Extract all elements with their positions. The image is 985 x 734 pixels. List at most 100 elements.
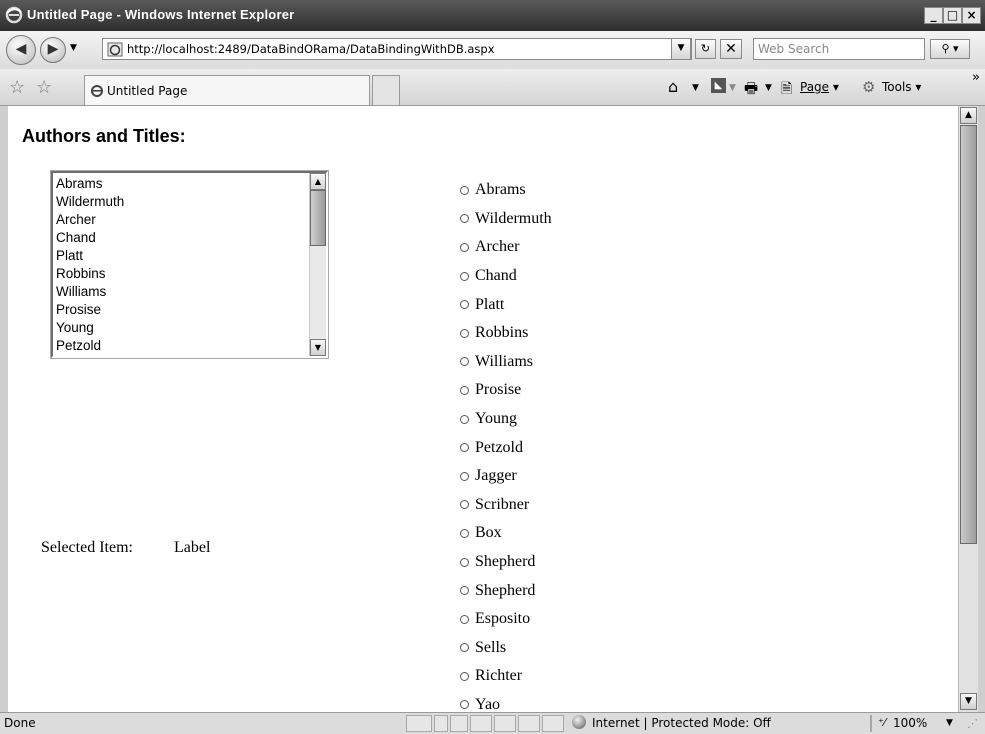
address-toolbar: ◀ ▶ ▼ http://localhost:2489/DataBindORam… [0,31,985,69]
tab-toolbar: ☆ ☆ Untitled Page ⌂ ▼ ◣ ▼ 🖶 ▼ 🗎 Page ▾ ⚙… [0,69,985,106]
radio-button[interactable] [460,443,469,453]
address-dropdown[interactable]: ▼ [671,38,691,60]
radio-button[interactable] [460,271,469,281]
page-menu-label: Page [800,80,830,94]
list-item[interactable]: Archer [56,211,124,229]
stop-button[interactable]: ✕ [720,39,742,59]
zoom-level[interactable]: 100% [893,716,927,730]
radio-button[interactable] [460,185,469,195]
list-item[interactable]: Young [56,319,124,337]
listbox-scroll-thumb[interactable] [310,190,326,246]
maximize-button[interactable]: □ [943,7,962,24]
radio-button[interactable] [460,586,469,596]
radio-button[interactable] [460,528,469,538]
list-item[interactable]: Wildermuth [56,193,124,211]
close-button[interactable]: × [962,7,981,24]
tab-untitled-page[interactable]: Untitled Page [84,75,370,105]
authors-listbox[interactable]: Abrams Wildermuth Archer Chand Platt Rob… [50,170,329,359]
page-scrollbar[interactable]: ▲ ▼ [958,106,978,712]
status-bar: Done Internet | Protected Mode: Off ⁺⁄ 1… [0,712,985,734]
radio-button[interactable] [460,214,469,224]
listbox-scroll-up-icon[interactable]: ▲ [310,173,326,190]
home-dropdown[interactable]: ▼ [692,83,699,93]
radio-item[interactable]: Robbins [460,319,552,348]
radio-item[interactable]: Shepherd [460,548,552,577]
scroll-up-icon[interactable]: ▲ [960,107,977,124]
tab-label: Untitled Page [107,84,188,98]
radio-button[interactable] [460,328,469,338]
address-field[interactable]: http://localhost:2489/DataBindORama/Data… [102,38,692,60]
list-item[interactable]: Petzold [56,337,124,355]
tools-menu[interactable]: Tools ▾ [882,80,921,94]
radio-item[interactable]: Sells [460,634,552,663]
radio-button[interactable] [460,614,469,624]
radio-item[interactable]: Shepherd [460,576,552,605]
radio-label: Abrams [475,181,526,199]
radio-item[interactable]: Wildermuth [460,205,552,234]
radio-item[interactable]: Young [460,405,552,434]
list-item[interactable]: Chand [56,229,124,247]
list-item[interactable]: Williams [56,283,124,301]
radio-button[interactable] [460,357,469,367]
list-item[interactable]: Abrams [56,175,124,193]
zoom-dropdown[interactable]: ▼ [946,718,953,728]
toolbar-overflow-chevron[interactable]: » [972,70,980,85]
radio-item[interactable]: Abrams [460,176,552,205]
back-button[interactable]: ◀ [6,35,36,65]
page-content: Authors and Titles: Abrams Wildermuth Ar… [8,106,958,712]
search-input[interactable]: Web Search [753,38,925,60]
radio-item[interactable]: Yao [460,691,552,712]
add-favorites-icon[interactable]: ☆ [36,77,52,98]
listbox-scrollbar[interactable]: ▲ ▼ [309,173,326,356]
status-text: Done [4,716,36,730]
radio-button[interactable] [460,643,469,653]
radio-item[interactable]: Petzold [460,433,552,462]
home-icon[interactable]: ⌂ [668,77,678,96]
minimize-button[interactable]: _ [924,7,943,24]
resize-grip-icon[interactable]: ⋰ [967,717,978,730]
radio-item[interactable]: Esposito [460,605,552,634]
radio-item[interactable]: Richter [460,662,552,691]
favorites-star-icon[interactable]: ☆ [9,77,25,98]
radio-button[interactable] [460,557,469,567]
listbox-scroll-down-icon[interactable]: ▼ [310,339,326,356]
radio-button[interactable] [460,242,469,252]
security-zone[interactable]: Internet | Protected Mode: Off [592,716,771,730]
radio-label: Robbins [475,324,529,342]
radio-item[interactable]: Scribner [460,491,552,520]
radio-item[interactable]: Jagger [460,462,552,491]
forward-button[interactable]: ▶ [40,37,66,63]
recent-pages-dropdown[interactable]: ▼ [70,43,77,53]
radio-button[interactable] [460,500,469,510]
radio-button[interactable] [460,385,469,395]
radio-button[interactable] [460,471,469,481]
list-item[interactable]: Platt [56,247,124,265]
search-button[interactable]: ⚲ ▾ [930,39,970,59]
print-dropdown[interactable]: ▼ [765,83,772,93]
new-tab-button[interactable] [372,75,400,105]
search-icon: ⚲ ▾ [941,42,959,55]
radio-item[interactable]: Williams [460,348,552,377]
list-item[interactable]: Prosise [56,301,124,319]
refresh-button[interactable]: ↻ [695,39,716,59]
radio-button[interactable] [460,700,469,710]
radio-item[interactable]: Chand [460,262,552,291]
page-scroll-thumb[interactable] [960,125,977,544]
address-url: http://localhost:2489/DataBindORama/Data… [127,42,495,56]
radio-item[interactable]: Archer [460,233,552,262]
title-bar: Untitled Page - Windows Internet Explore… [0,0,985,31]
radio-item[interactable]: Platt [460,290,552,319]
feeds-icon[interactable]: ◣ [711,78,726,93]
radio-button[interactable] [460,414,469,424]
list-item[interactable]: Robbins [56,265,124,283]
print-icon[interactable]: 🖶 [744,78,758,103]
globe-icon [572,715,586,729]
radio-item[interactable]: Box [460,519,552,548]
page-menu[interactable]: Page ▾ [800,80,839,94]
radio-button[interactable] [460,671,469,681]
feeds-dropdown[interactable]: ▼ [729,83,736,93]
scroll-down-icon[interactable]: ▼ [960,693,977,710]
radio-button[interactable] [460,300,469,310]
radio-item[interactable]: Prosise [460,376,552,405]
refresh-icon: ↻ [700,42,711,55]
